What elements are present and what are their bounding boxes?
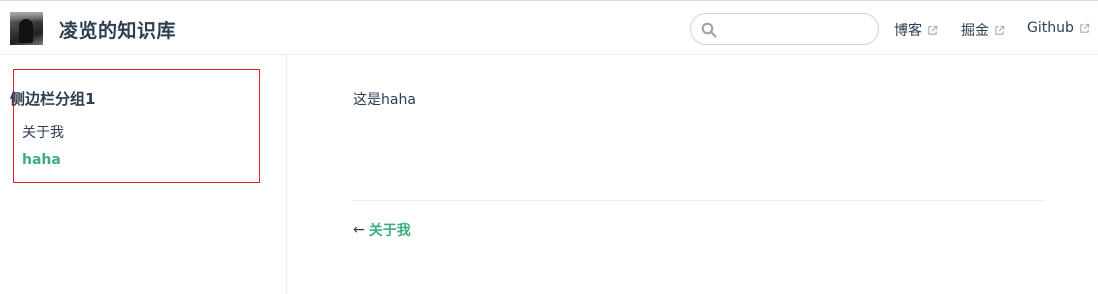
search-icon [701,22,717,38]
sidebar-group-title: 侧边栏分组1 [10,90,96,108]
prev-page-label: 关于我 [368,223,411,239]
external-link-icon [995,25,1005,35]
arrow-left-icon: ← [353,222,365,238]
search-box[interactable] [690,13,879,45]
external-link-icon [928,25,938,35]
site-logo[interactable] [10,12,43,45]
nav-link-label: 掘金 [961,23,989,39]
search-input[interactable] [721,19,871,39]
sidebar-item-about-me[interactable]: 关于我 [22,122,64,142]
nav-link-label: Github [1027,20,1074,36]
sidebar-item-haha[interactable]: haha [22,152,61,168]
page-content-text: 这是haha [353,92,416,108]
content-divider [352,200,1045,201]
nav-link-label: 博客 [894,23,922,39]
prev-page-link[interactable]: ← 关于我 [353,220,411,240]
external-link-icon [1080,23,1090,33]
top-navbar: 凌览的知识库 博客 掘金 Github [0,0,1098,55]
logo-figure [19,19,33,43]
nav-link-juejin[interactable]: 掘金 [961,20,1005,40]
nav-link-github[interactable]: Github [1027,20,1090,36]
nav-link-blog[interactable]: 博客 [894,20,938,40]
site-title[interactable]: 凌览的知识库 [59,16,176,43]
